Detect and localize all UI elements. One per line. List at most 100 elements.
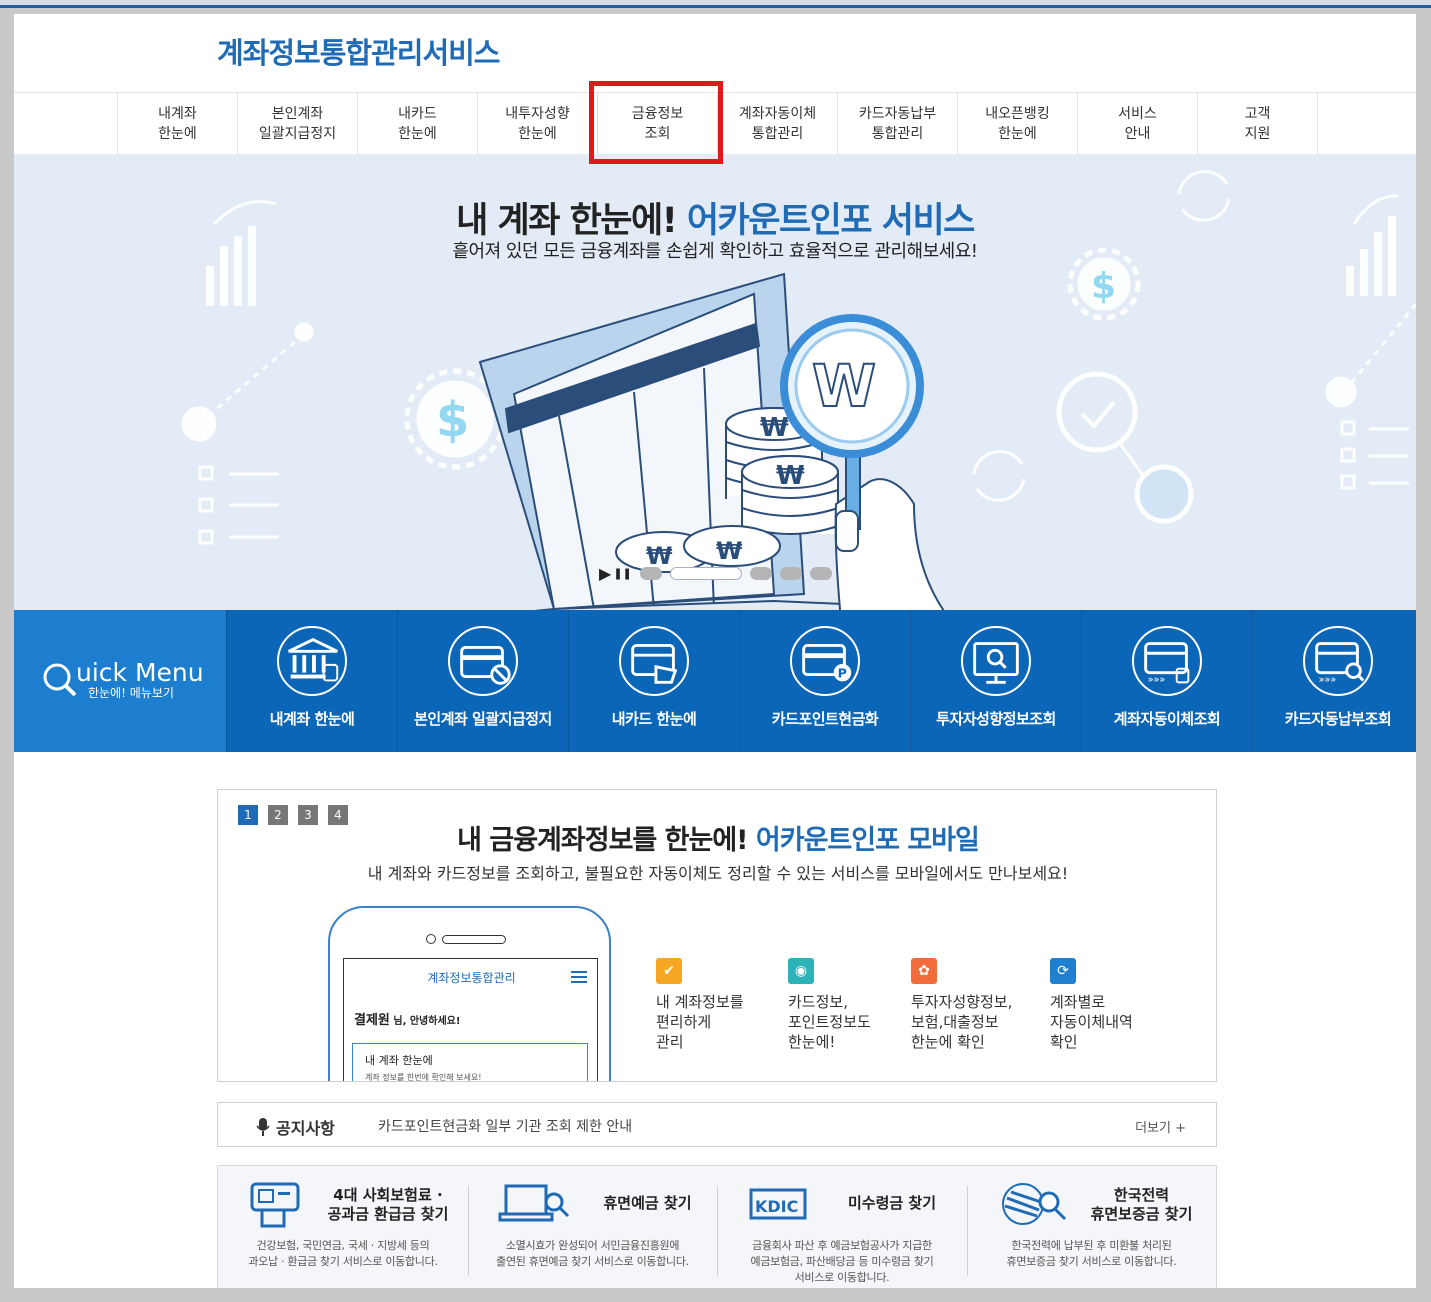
service-desc: 소멸시효가 완성되어 서민금융진흥원에 출연된 휴면예금 찾기 서비스로 이동합… xyxy=(496,1239,689,1268)
service-link[interactable]: 한국전력 휴면보증금 찾기한국전력에 납부된 후 미환불 처리된 휴면보증금 찾… xyxy=(966,1166,1217,1288)
feature-item: ✔ 내 계좌정보를 편리하게 관리 xyxy=(656,958,796,1052)
nav-item[interactable]: 본인계좌 일괄지급정지 xyxy=(238,93,358,154)
quick-menu-label: 내카드 한눈에 xyxy=(611,710,697,728)
card-search-icon: »»» xyxy=(1303,626,1373,696)
quick-menu-item[interactable]: »»» 계좌자동이체조회 xyxy=(1081,610,1252,752)
slider-dot[interactable] xyxy=(779,567,802,580)
highlight-annotation xyxy=(589,81,723,164)
nav-item[interactable]: 내투자성향 한눈에 xyxy=(478,93,598,154)
check-icon: ✔ xyxy=(656,958,682,984)
notice-label: 공지사항 xyxy=(256,1115,335,1139)
service-links: 4대 사회보험료 · 공과금 환급금 찾기건강보험, 국민연금, 국세 · 지방… xyxy=(217,1165,1217,1288)
svg-text:$: $ xyxy=(1091,266,1116,307)
feature-item: ⟳ 계좌별로 자동이체내역 확인 xyxy=(1050,958,1190,1052)
quick-menu-item[interactable]: 투자자성향정보조회 xyxy=(910,610,1081,752)
pause-icon[interactable]: ❚❚ xyxy=(613,567,631,580)
nav-item[interactable]: 계좌자동이체 통합관리 xyxy=(718,93,838,154)
svg-text:$: $ xyxy=(436,392,469,448)
quick-menu-item[interactable]: »»» 카드자동납부조회 xyxy=(1252,610,1416,752)
svg-text:₩: ₩ xyxy=(716,537,743,565)
phone-speaker xyxy=(426,934,506,944)
nav-item[interactable]: 고객 지원 xyxy=(1198,93,1318,154)
nav-item[interactable]: 내카드 한눈에 xyxy=(358,93,478,154)
mobile-title: 내 금융계좌정보를 한눈에! 어카운트인포 모바일 xyxy=(218,818,1216,857)
nav-item[interactable]: 서비스 안내 xyxy=(1078,93,1198,154)
nav-item[interactable]: 내계좌 한눈에 xyxy=(118,93,238,154)
svg-text:₩: ₩ xyxy=(760,413,789,443)
service-title: 휴면예금 찾기 xyxy=(603,1194,692,1212)
bank-icon xyxy=(277,626,347,696)
slider-dot[interactable] xyxy=(809,567,832,580)
browser-top-bar xyxy=(0,0,1431,8)
mobile-title-dark: 내 금융계좌정보를 한눈에! xyxy=(457,825,756,856)
service-desc: 건강보험, 국민연금, 국세 · 지방세 등의 과오납 · 환급금 찾기 서비스… xyxy=(248,1239,438,1268)
kdic-logo: KDIC xyxy=(749,1182,809,1232)
slider-dot-active[interactable] xyxy=(669,567,742,580)
quick-menu-label: 카드포인트현금화 xyxy=(771,710,879,728)
service-link[interactable]: 4대 사회보험료 · 공과금 환급금 찾기건강보험, 국민연금, 국세 · 지방… xyxy=(218,1166,468,1288)
page: 계좌정보통합관리서비스 내계좌 한눈에 본인계좌 일괄지급정지 내카드 한눈에 내투자… xyxy=(14,14,1416,1288)
hero-title-dark: 내 계좌 한눈에! xyxy=(456,201,687,241)
quick-menu-item[interactable]: 내계좌 한눈에 xyxy=(226,610,397,752)
phone-mockup: 계좌정보통합관리 결제원 님, 안녕하세요! 내 계좌 한눈에 계좌 정보를 한… xyxy=(328,906,611,1082)
atm-icon xyxy=(250,1182,302,1232)
quick-menu-title: uick Menu xyxy=(76,658,204,687)
quick-menu-header: uick Menu 한눈에! 메뉴보기 xyxy=(14,610,226,752)
phone-card-desc: 계좌 정보를 한번에 확인해 보세요! xyxy=(365,1073,482,1082)
phone-card: 내 계좌 한눈에 계좌 정보를 한번에 확인해 보세요! xyxy=(352,1043,588,1082)
svg-text:₩: ₩ xyxy=(776,461,805,491)
mobile-title-blue: 어카운트인포 모바일 xyxy=(755,825,980,856)
quick-menu-label: 본인계좌 일괄지급정지 xyxy=(414,710,552,728)
quick-menu-label: 투자자성향정보조회 xyxy=(936,710,1056,728)
feature-text: 투자자성향정보, 보험,대출정보 한눈에 확인 xyxy=(911,993,1013,1051)
play-icon[interactable]: ▶ xyxy=(599,564,611,583)
quick-menu-label: 카드자동납부조회 xyxy=(1284,710,1392,728)
slider-dot[interactable] xyxy=(749,567,772,580)
microphone-icon xyxy=(256,1118,270,1136)
notice-bar: 공지사항 카드포인트현금화 일부 기관 조회 제한 안내 더보기 + xyxy=(217,1102,1217,1147)
svg-text:KDIC: KDIC xyxy=(755,1197,798,1216)
phone-screen: 계좌정보통합관리 결제원 님, 안녕하세요! 내 계좌 한눈에 계좌 정보를 한… xyxy=(343,958,598,1082)
slider-controls: ▶ ❚❚ xyxy=(599,564,832,583)
card-stop-icon xyxy=(448,626,518,696)
notice-more-link[interactable]: 더보기 + xyxy=(1135,1117,1186,1136)
gear-icon: ✿ xyxy=(911,958,937,984)
feature-item: ◉ 카드정보, 포인트정보도 한눈에! xyxy=(788,958,928,1052)
nav-item[interactable]: 내오픈뱅킹 한눈에 xyxy=(958,93,1078,154)
svg-text:»»»: »»» xyxy=(1319,674,1337,685)
slider-dot[interactable] xyxy=(639,567,662,580)
svg-text:W: W xyxy=(812,352,876,420)
feature-text: 계좌별로 자동이체내역 확인 xyxy=(1050,993,1133,1051)
notice-link[interactable]: 카드포인트현금화 일부 기관 조회 제한 안내 xyxy=(378,1116,632,1136)
hero-banner: $ $ ₩ ₩ ₩ ₩ W 내 계좌 한눈에! 어카운트인포 서비스 흩어져 있… xyxy=(14,154,1416,611)
service-desc: 한국전력에 납부된 후 미환불 처리된 휴면보증금 찾기 서비스로 이동합니다. xyxy=(1006,1239,1177,1268)
search-icon xyxy=(43,663,77,697)
site-logo[interactable]: 계좌정보통합관리서비스 xyxy=(217,30,500,72)
nav-item[interactable]: 카드자동납부 통합관리 xyxy=(838,93,958,154)
card-point-icon: P xyxy=(790,626,860,696)
quick-menu-item[interactable]: 내카드 한눈에 xyxy=(568,610,739,752)
feature-item: ✿ 투자자성향정보, 보험,대출정보 한눈에 확인 xyxy=(911,958,1051,1052)
feature-text: 카드정보, 포인트정보도 한눈에! xyxy=(788,993,871,1051)
laptop-search-icon xyxy=(498,1182,570,1232)
hero-title-blue: 어카운트인포 서비스 xyxy=(686,201,976,241)
quick-menu-label: 내계좌 한눈에 xyxy=(269,710,355,728)
quick-menu-item[interactable]: P 카드포인트현금화 xyxy=(739,610,910,752)
quick-menu-item[interactable]: 본인계좌 일괄지급정지 xyxy=(397,610,568,752)
service-desc: 금융회사 파산 후 예금보험공사가 지급한 예금보험금, 파산배당금 등 미수령… xyxy=(750,1239,934,1284)
svg-text:»»»: »»» xyxy=(1148,674,1166,685)
quick-menu-subtitle: 한눈에! 메뉴보기 xyxy=(88,686,174,700)
hero-title: 내 계좌 한눈에! 어카운트인포 서비스 xyxy=(14,192,1416,243)
phone-header: 계좌정보통합관리 xyxy=(427,971,516,985)
quick-menu: uick Menu 한눈에! 메뉴보기 내계좌 한눈에 본인계좌 일괄지급정지 내카… xyxy=(14,610,1416,752)
svg-text:P: P xyxy=(838,666,847,681)
service-title: 한국전력 휴면보증금 찾기 xyxy=(1090,1186,1193,1223)
card-transfer-icon: »»» xyxy=(1132,626,1202,696)
kepco-search-icon xyxy=(999,1182,1069,1232)
hero-subtitle: 흩어져 있던 모든 금융계좌를 손쉽게 확인하고 효율적으로 관리해보세요! xyxy=(452,241,978,262)
service-title: 4대 사회보험료 · 공과금 환급금 찾기 xyxy=(327,1186,449,1223)
phone-greeting: 결제원 님, 안녕하세요! xyxy=(354,1013,461,1028)
service-link[interactable]: 휴면예금 찾기소멸시효가 완성되어 서민금융진흥원에 출연된 휴면예금 찾기 서… xyxy=(467,1166,718,1288)
hamburger-icon xyxy=(571,971,587,986)
service-link[interactable]: KDIC 미수령금 찾기 금융회사 파산 후 예금보험공사가 지급한 예금보험금, … xyxy=(717,1166,967,1288)
